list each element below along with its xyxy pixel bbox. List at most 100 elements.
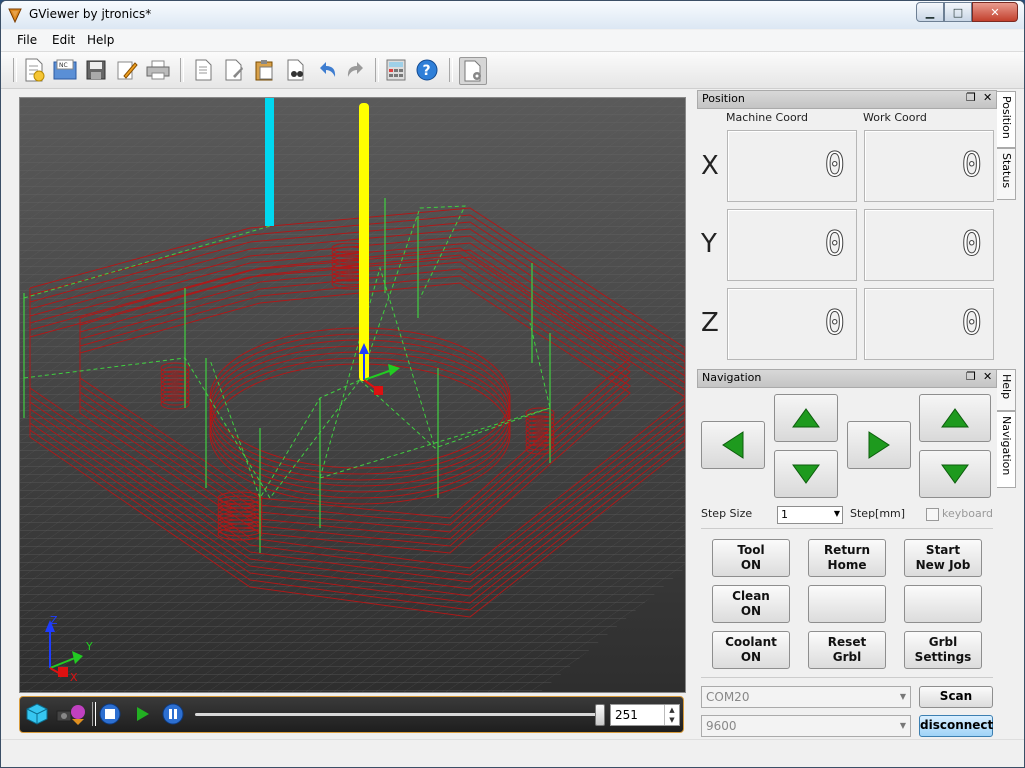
page-edit-icon[interactable] — [221, 57, 247, 83]
float-dock-icon[interactable]: ❐ — [966, 370, 976, 383]
float-dock-icon[interactable]: ❐ — [966, 91, 976, 104]
nc-settings-icon[interactable] — [459, 57, 487, 85]
spin-arrows-icon[interactable]: ▲ ▼ — [664, 705, 679, 725]
open-nc-icon[interactable]: NC — [52, 57, 78, 83]
menu-file[interactable]: File — [17, 33, 37, 47]
status-bar — [1, 739, 1024, 767]
svg-text:?: ? — [423, 63, 431, 79]
arrow-down-icon — [792, 464, 820, 484]
port-select[interactable]: COM20 ▼ — [701, 686, 911, 708]
chevron-down-icon: ▼ — [899, 721, 906, 730]
baud-select[interactable]: 9600 ▼ — [701, 715, 911, 737]
menu-edit[interactable]: Edit — [52, 33, 75, 47]
axis-y-label: Y — [701, 229, 717, 259]
play-icon[interactable] — [130, 702, 154, 726]
keyboard-label: keyboard — [942, 507, 994, 520]
edit-icon[interactable] — [114, 57, 140, 83]
toolbar-separator — [375, 58, 379, 82]
toolpath-canvas[interactable]: Z Y X — [20, 98, 685, 692]
menu-help[interactable]: Help — [87, 33, 114, 47]
current-tool-marker — [359, 103, 369, 381]
menu-bar: File Edit Help — [1, 30, 1024, 52]
playback-bar: 251 ▲ ▼ — [19, 696, 684, 733]
machine-y-display: 0 — [727, 209, 857, 281]
tab-help[interactable]: Help — [997, 369, 1016, 411]
grbl-settings-button[interactable]: Grbl Settings — [904, 631, 982, 669]
chevron-down-icon: ▼ — [899, 692, 906, 701]
position-dock-title: Position ❐ ✕ — [697, 90, 997, 109]
svg-text:X: X — [70, 671, 78, 684]
playback-slider-thumb[interactable] — [594, 704, 605, 726]
app-logo-icon — [8, 8, 22, 23]
toolbar: NC ? — [1, 52, 1024, 89]
disconnect-button[interactable]: disconnect — [919, 715, 993, 737]
blank-button-1[interactable] — [808, 585, 886, 623]
blank-button-2[interactable] — [904, 585, 982, 623]
work-z-display: 0 — [864, 288, 994, 360]
keyboard-checkbox[interactable] — [926, 508, 939, 521]
arrow-up-icon — [792, 408, 820, 428]
arrow-left-icon — [722, 431, 744, 459]
stop-icon[interactable] — [98, 702, 122, 726]
line-spinbox[interactable]: 251 ▲ ▼ — [610, 704, 680, 726]
step-size-label: Step Size — [701, 507, 753, 520]
3d-viewport[interactable]: Z Y X — [19, 97, 686, 693]
jog-x-plus-button[interactable] — [847, 421, 911, 469]
tab-status[interactable]: Status — [997, 148, 1016, 200]
minimize-button[interactable]: ▁ — [916, 2, 944, 22]
work-y-display: 0 — [864, 209, 994, 281]
window-title: GViewer by jtronics* — [29, 7, 152, 21]
playback-slider-track[interactable] — [195, 713, 603, 716]
return-home-button[interactable]: Return Home — [808, 539, 886, 577]
toolbar-separator — [13, 58, 17, 82]
pause-icon[interactable] — [161, 702, 185, 726]
new-file-icon[interactable] — [21, 57, 47, 83]
machine-coord-label: Machine Coord — [726, 111, 808, 124]
tab-position[interactable]: Position — [997, 91, 1016, 148]
work-x-display: 0 — [864, 130, 994, 202]
previous-tool-marker — [265, 98, 274, 226]
svg-text:Z: Z — [50, 614, 58, 627]
camera-settings-icon[interactable] — [56, 702, 86, 726]
jog-y-minus-button[interactable] — [774, 450, 838, 498]
reset-grbl-button[interactable]: Reset Grbl — [808, 631, 886, 669]
maximize-button[interactable]: □ — [944, 2, 972, 22]
help-icon[interactable]: ? — [414, 57, 440, 83]
scan-button[interactable]: Scan — [919, 686, 993, 708]
print-icon[interactable] — [145, 57, 171, 83]
undo-icon[interactable] — [314, 57, 340, 83]
jog-x-minus-button[interactable] — [701, 421, 765, 469]
chevron-down-icon: ▼ — [833, 509, 840, 518]
line-number-value: 251 — [615, 708, 638, 722]
calculator-icon[interactable] — [383, 57, 409, 83]
arrow-right-icon — [868, 431, 890, 459]
jog-y-plus-button[interactable] — [774, 394, 838, 442]
jog-z-minus-button[interactable] — [919, 450, 991, 498]
find-icon[interactable] — [283, 57, 309, 83]
step-size-select[interactable]: 1 ▼ — [777, 506, 843, 524]
tool-on-button[interactable]: Tool ON — [712, 539, 790, 577]
clean-on-button[interactable]: Clean ON — [712, 585, 790, 623]
svg-text:NC: NC — [59, 62, 68, 69]
divider — [701, 677, 993, 678]
close-dock-icon[interactable]: ✕ — [983, 370, 992, 383]
view-cube-icon[interactable] — [25, 702, 49, 726]
close-dock-icon[interactable]: ✕ — [983, 91, 992, 104]
axis-x-label: X — [701, 151, 719, 181]
svg-text:Y: Y — [85, 640, 93, 653]
redo-icon[interactable] — [343, 57, 369, 83]
divider — [701, 528, 993, 529]
jog-z-plus-button[interactable] — [919, 394, 991, 442]
page-icon[interactable] — [190, 57, 216, 83]
playback-separator — [92, 702, 96, 726]
work-coord-label: Work Coord — [863, 111, 927, 124]
tab-navigation[interactable]: Navigation — [997, 411, 1016, 488]
app-window: GViewer by jtronics* ▁ □ ✕ File Edit Hel… — [0, 0, 1025, 768]
start-new-job-button[interactable]: Start New Job — [904, 539, 982, 577]
close-window-button[interactable]: ✕ — [972, 2, 1018, 22]
paste-icon[interactable] — [252, 57, 278, 83]
machine-z-display: 0 — [727, 288, 857, 360]
axis-z-label: Z — [701, 308, 719, 338]
coolant-on-button[interactable]: Coolant ON — [712, 631, 790, 669]
save-icon[interactable] — [83, 57, 109, 83]
